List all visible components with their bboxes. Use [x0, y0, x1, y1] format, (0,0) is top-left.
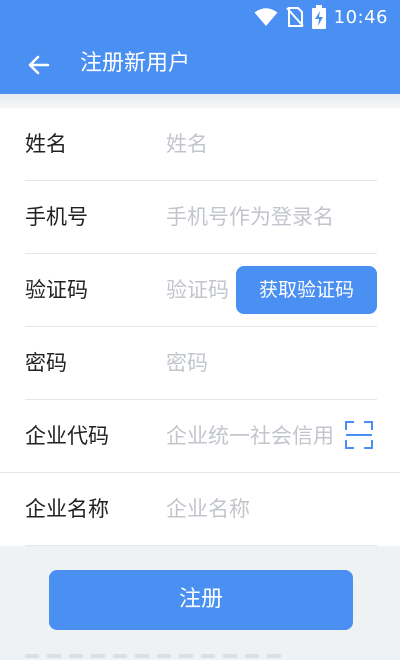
company-code-input[interactable]: 企业统一社会信用代码: [166, 400, 333, 472]
company-name-input[interactable]: 企业名称: [166, 473, 376, 545]
register-button[interactable]: 注册: [49, 570, 353, 630]
form-row-phone: 手机号 手机号作为登录名: [0, 181, 400, 253]
cut-off-text: [25, 654, 285, 658]
registration-form: 姓名 姓名 手机号 手机号作为登录名 验证码 验证码 密码 密码 企业代码 企业…: [0, 108, 400, 546]
password-label: 密码: [25, 351, 67, 375]
divider: [25, 545, 377, 546]
bottom-strip: [0, 650, 400, 660]
name-label: 姓名: [25, 132, 67, 156]
form-row-company-name: 企业名称 企业名称: [0, 473, 400, 545]
app-bar: 注册新用户: [0, 34, 400, 94]
password-input[interactable]: 密码: [166, 327, 376, 399]
phone-label: 手机号: [25, 205, 88, 229]
status-time: 10:46: [333, 6, 388, 28]
name-input[interactable]: 姓名: [166, 108, 376, 180]
form-row-password: 密码 密码: [0, 327, 400, 399]
scan-icon[interactable]: [345, 421, 373, 449]
company-name-label: 企业名称: [25, 497, 109, 521]
page-title: 注册新用户: [80, 51, 191, 76]
wifi-icon: [254, 8, 278, 26]
no-sim-icon: [285, 7, 304, 27]
code-label: 验证码: [25, 278, 88, 302]
battery-charging-icon: [311, 5, 326, 29]
status-bar: 10:46: [0, 0, 400, 34]
get-code-button[interactable]: 获取验证码: [236, 266, 377, 314]
company-code-label: 企业代码: [25, 424, 109, 448]
arrow-left-icon[interactable]: [26, 52, 52, 78]
form-row-company-code: 企业代码 企业统一社会信用代码: [0, 400, 400, 472]
app-bar-shadow: [0, 94, 400, 108]
phone-input[interactable]: 手机号作为登录名: [166, 181, 376, 253]
code-input[interactable]: 验证码: [166, 254, 232, 326]
form-row-name: 姓名 姓名: [0, 108, 400, 180]
